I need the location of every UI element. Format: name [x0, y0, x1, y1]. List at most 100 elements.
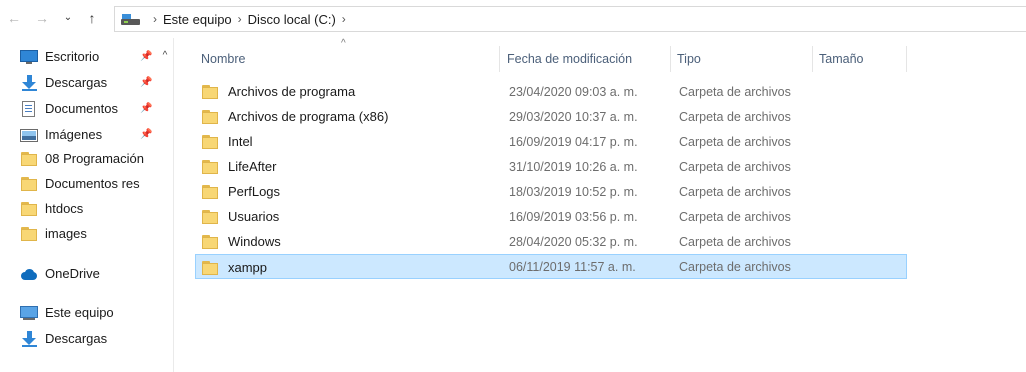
sidebar-item-onedrive[interactable]: OneDrive — [20, 261, 154, 286]
file-date: 28/04/2020 05:32 p. m. — [509, 234, 638, 249]
download-arrow-icon — [20, 74, 38, 91]
folder-icon — [201, 134, 219, 150]
column-header-label: Fecha de modificación — [507, 52, 633, 66]
table-row[interactable]: Archivos de programa 23/04/2020 09:03 a.… — [195, 79, 907, 104]
folder-icon — [201, 234, 219, 250]
file-date: 16/09/2019 03:56 p. m. — [509, 209, 638, 224]
sidebar-item-label: Escritorio — [45, 49, 100, 64]
pin-icon[interactable]: 📌 — [140, 103, 152, 114]
sidebar-item-label: Documentos — [45, 101, 118, 116]
address-field[interactable]: › Este equipo › Disco local (C:) › — [114, 6, 1026, 32]
scroll-up-chevron-icon[interactable]: ^ — [158, 48, 172, 62]
folder-icon — [201, 159, 219, 175]
table-row[interactable]: Windows 28/04/2020 05:32 p. m. Carpeta d… — [195, 229, 907, 254]
file-type: Carpeta de archivos — [679, 234, 791, 249]
file-rows: Archivos de programa 23/04/2020 09:03 a.… — [195, 79, 907, 279]
pictures-icon — [20, 127, 38, 143]
file-date: 06/11/2019 11:57 a. m. — [509, 259, 636, 274]
sidebar-item-descargas-2[interactable]: Descargas — [20, 326, 154, 351]
folder-icon — [201, 184, 219, 200]
sidebar-item-images[interactable]: images — [20, 221, 154, 246]
column-header-label: Tamaño — [819, 52, 864, 66]
download-arrow-icon — [20, 330, 38, 347]
file-name: PerfLogs — [228, 184, 281, 199]
file-list: ^ Nombre Fecha de modificación Tipo Tama… — [175, 38, 1026, 372]
table-row[interactable]: PerfLogs 18/03/2019 10:52 p. m. Carpeta … — [195, 179, 907, 204]
up-arrow-icon[interactable]: ↑ — [84, 10, 100, 26]
document-icon — [20, 100, 38, 117]
file-name: xampp — [228, 260, 268, 275]
sidebar-item-documentos[interactable]: Documentos — [20, 96, 154, 121]
sidebar-item-label: Descargas — [45, 75, 108, 90]
navigation-pane: ^ Escritorio 📌 Descargas 📌 Documentos 📌 … — [0, 38, 174, 372]
table-row-selected[interactable]: xampp 06/11/2019 11:57 a. m. Carpeta de … — [195, 254, 907, 279]
file-type: Carpeta de archivos — [679, 159, 791, 174]
file-type: Carpeta de archivos — [679, 84, 791, 99]
folder-icon — [201, 84, 219, 100]
sidebar-item-imagenes[interactable]: Imágenes — [20, 122, 154, 147]
file-date: 23/04/2020 09:03 a. m. — [509, 84, 638, 99]
folder-icon — [201, 109, 219, 125]
sidebar-item-descargas[interactable]: Descargas — [20, 70, 154, 95]
back-arrow-icon[interactable]: ← — [6, 10, 22, 26]
table-row[interactable]: LifeAfter 31/10/2019 10:26 a. m. Carpeta… — [195, 154, 907, 179]
file-name: LifeAfter — [228, 159, 277, 174]
file-name: Intel — [228, 134, 253, 149]
folder-icon — [201, 209, 219, 225]
sidebar-item-label: 08 Programación — [45, 151, 144, 166]
table-row[interactable]: Archivos de programa (x86) 29/03/2020 10… — [195, 104, 907, 129]
column-header-date[interactable]: Fecha de modificación — [501, 46, 671, 72]
sidebar-item-label: Imágenes — [45, 127, 103, 142]
file-name: Archivos de programa (x86) — [228, 109, 389, 124]
breadcrumb-chevron-icon[interactable]: › — [342, 12, 346, 26]
forward-arrow-icon[interactable]: → — [34, 10, 50, 26]
sidebar-item-este-equipo[interactable]: Este equipo — [20, 300, 154, 325]
sidebar-item-escritorio[interactable]: Escritorio — [20, 44, 154, 69]
table-row[interactable]: Intel 16/09/2019 04:17 p. m. Carpeta de … — [195, 129, 907, 154]
pin-icon[interactable]: 📌 — [140, 129, 152, 140]
computer-icon — [20, 305, 38, 321]
onedrive-cloud-icon — [20, 266, 38, 282]
sidebar-item-label: images — [45, 226, 87, 241]
column-header-type[interactable]: Tipo — [671, 46, 813, 72]
file-type: Carpeta de archivos — [679, 134, 791, 149]
column-header-label: Nombre — [201, 52, 246, 66]
breadcrumb-this-pc[interactable]: Este equipo — [163, 12, 232, 27]
breadcrumb-chevron-icon[interactable]: › — [153, 12, 157, 26]
file-type: Carpeta de archivos — [679, 184, 791, 199]
sidebar-item-htdocs[interactable]: htdocs — [20, 196, 154, 221]
sidebar-item-label: Descargas — [45, 331, 108, 346]
sidebar-item-documentos-res[interactable]: Documentos res — [20, 171, 154, 196]
breadcrumb-chevron-icon[interactable]: › — [238, 12, 242, 26]
column-header-name[interactable]: Nombre — [195, 46, 500, 72]
pin-icon[interactable]: 📌 — [140, 51, 152, 62]
sidebar-item-08-programacion[interactable]: 08 Programación — [20, 146, 154, 171]
recent-locations-chevron-icon[interactable]: ⌄ — [60, 10, 76, 26]
column-header-label: Tipo — [677, 52, 701, 66]
file-name: Usuarios — [228, 209, 280, 224]
sidebar-item-label: Este equipo — [45, 305, 114, 320]
folder-icon — [20, 201, 38, 217]
breadcrumb-local-disk[interactable]: Disco local (C:) — [248, 12, 336, 27]
sidebar-item-label: OneDrive — [45, 266, 100, 281]
folder-icon — [201, 260, 219, 276]
file-date: 18/03/2019 10:52 p. m. — [509, 184, 638, 199]
desktop-icon — [20, 49, 38, 65]
file-name: Archivos de programa — [228, 84, 356, 99]
file-name: Windows — [228, 234, 281, 249]
folder-icon — [20, 176, 38, 192]
column-header-size[interactable]: Tamaño — [813, 46, 907, 72]
folder-icon — [20, 151, 38, 167]
file-type: Carpeta de archivos — [679, 109, 791, 124]
file-date: 16/09/2019 04:17 p. m. — [509, 134, 638, 149]
file-type: Carpeta de archivos — [679, 259, 791, 274]
address-bar: ← → ⌄ ↑ › Este equipo › Disco local (C:)… — [0, 0, 1026, 38]
file-type: Carpeta de archivos — [679, 209, 791, 224]
sidebar-item-label: Documentos res — [45, 176, 140, 191]
file-date: 31/10/2019 10:26 a. m. — [509, 159, 638, 174]
sidebar-item-label: htdocs — [45, 201, 84, 216]
table-row[interactable]: Usuarios 16/09/2019 03:56 p. m. Carpeta … — [195, 204, 907, 229]
pin-icon[interactable]: 📌 — [140, 77, 152, 88]
file-date: 29/03/2020 10:37 a. m. — [509, 109, 638, 124]
local-disk-icon — [121, 12, 141, 26]
